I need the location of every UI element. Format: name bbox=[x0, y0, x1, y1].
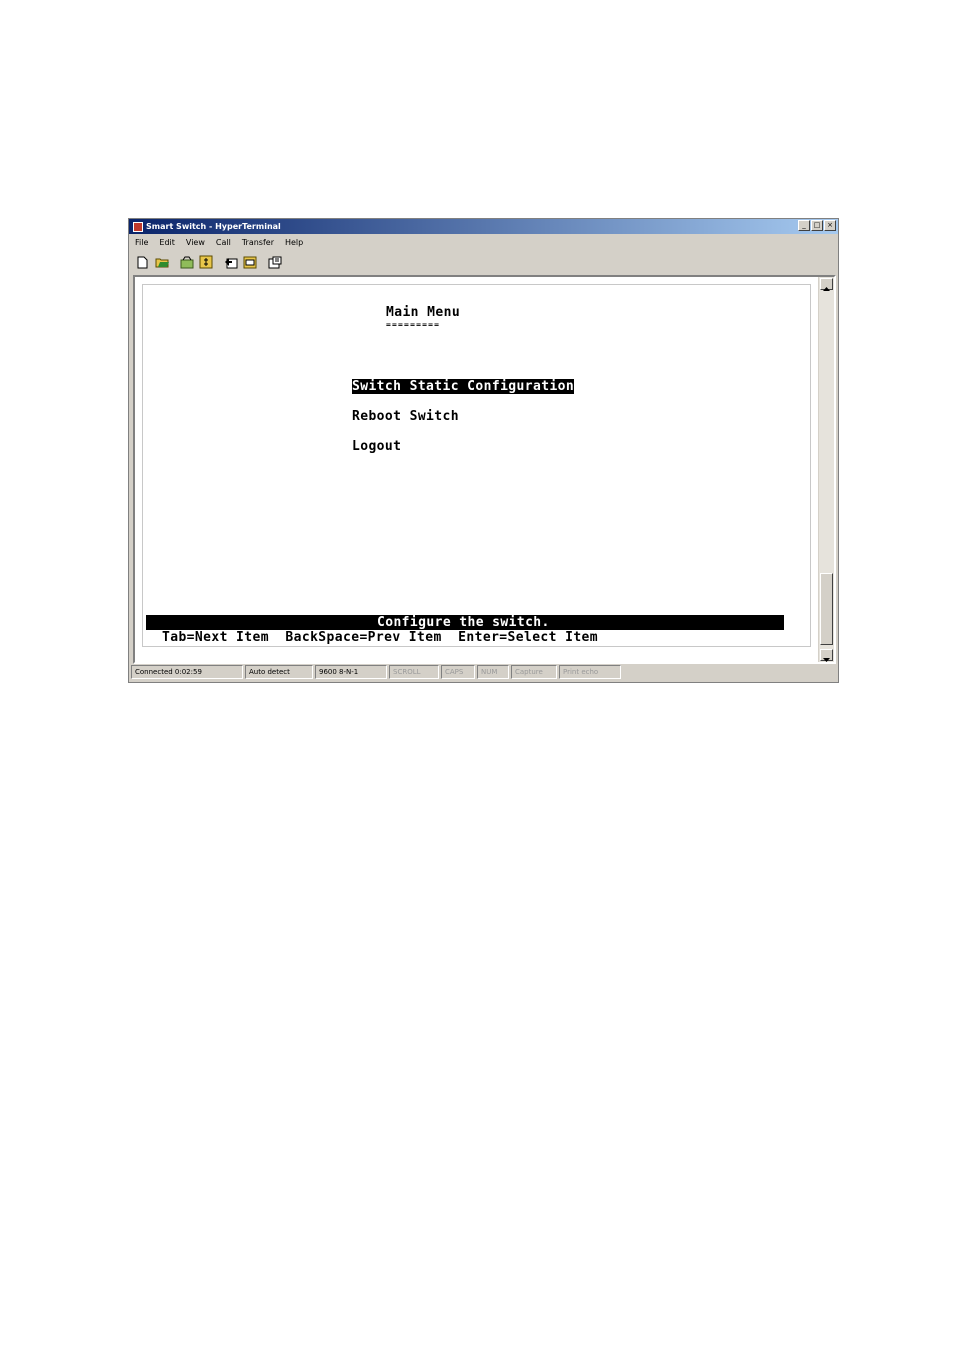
properties-icon[interactable] bbox=[266, 253, 283, 271]
help-line: Tab=Next Item BackSpace=Prev Item Enter=… bbox=[162, 630, 599, 645]
status-bar: Connected 0:02:59 Auto detect 9600 8-N-1… bbox=[131, 665, 836, 680]
description-text: Configure the switch. bbox=[377, 615, 550, 630]
menu-item-switch-static-configuration[interactable]: Switch Static Configuration bbox=[352, 379, 575, 394]
terminal-screen[interactable]: Main Menu ========= Switch Static Config… bbox=[142, 284, 811, 647]
menu-transfer[interactable]: Transfer bbox=[242, 238, 274, 247]
minimize-button[interactable]: _ bbox=[798, 220, 810, 231]
send-icon[interactable] bbox=[222, 253, 239, 271]
close-button[interactable]: × bbox=[824, 220, 836, 231]
description-bar: Configure the switch. bbox=[146, 615, 784, 630]
status-print-echo: Print echo bbox=[559, 665, 621, 679]
status-settings: 9600 8-N-1 bbox=[315, 665, 387, 679]
menu-item-logout[interactable]: Logout bbox=[352, 439, 401, 454]
status-scroll: SCROLL bbox=[389, 665, 439, 679]
terminal-frame: Main Menu ========= Switch Static Config… bbox=[133, 275, 836, 664]
receive-icon[interactable] bbox=[241, 253, 258, 271]
app-icon bbox=[133, 221, 143, 232]
heading-underline: ========= bbox=[386, 320, 441, 329]
scroll-up-button[interactable] bbox=[820, 278, 833, 291]
open-icon[interactable] bbox=[153, 253, 170, 271]
window-title: Smart Switch - HyperTerminal bbox=[146, 222, 281, 231]
scroll-down-button[interactable] bbox=[820, 649, 833, 662]
menu-call[interactable]: Call bbox=[216, 238, 231, 247]
status-capture: Capture bbox=[511, 665, 557, 679]
connect-icon[interactable] bbox=[178, 253, 195, 271]
menu-item-reboot-switch[interactable]: Reboot Switch bbox=[352, 409, 459, 424]
title-bar[interactable]: Smart Switch - HyperTerminal _ □ × bbox=[129, 219, 838, 234]
vertical-scrollbar[interactable] bbox=[818, 277, 834, 662]
menu-edit[interactable]: Edit bbox=[159, 238, 175, 247]
status-caps: CAPS bbox=[441, 665, 475, 679]
disconnect-icon[interactable] bbox=[197, 253, 214, 271]
menu-view[interactable]: View bbox=[186, 238, 205, 247]
menu-help[interactable]: Help bbox=[285, 238, 303, 247]
maximize-button[interactable]: □ bbox=[811, 220, 823, 231]
status-num: NUM bbox=[477, 665, 509, 679]
status-detect: Auto detect bbox=[245, 665, 313, 679]
menu-heading: Main Menu bbox=[386, 305, 461, 320]
new-icon[interactable] bbox=[134, 253, 151, 271]
toolbar bbox=[129, 251, 838, 273]
menu-bar: File Edit View Call Transfer Help bbox=[129, 235, 303, 249]
status-connected: Connected 0:02:59 bbox=[131, 665, 243, 679]
menu-file[interactable]: File bbox=[135, 238, 148, 247]
hyperterminal-window: Smart Switch - HyperTerminal _ □ × File … bbox=[128, 218, 839, 683]
scroll-thumb[interactable] bbox=[820, 573, 833, 645]
